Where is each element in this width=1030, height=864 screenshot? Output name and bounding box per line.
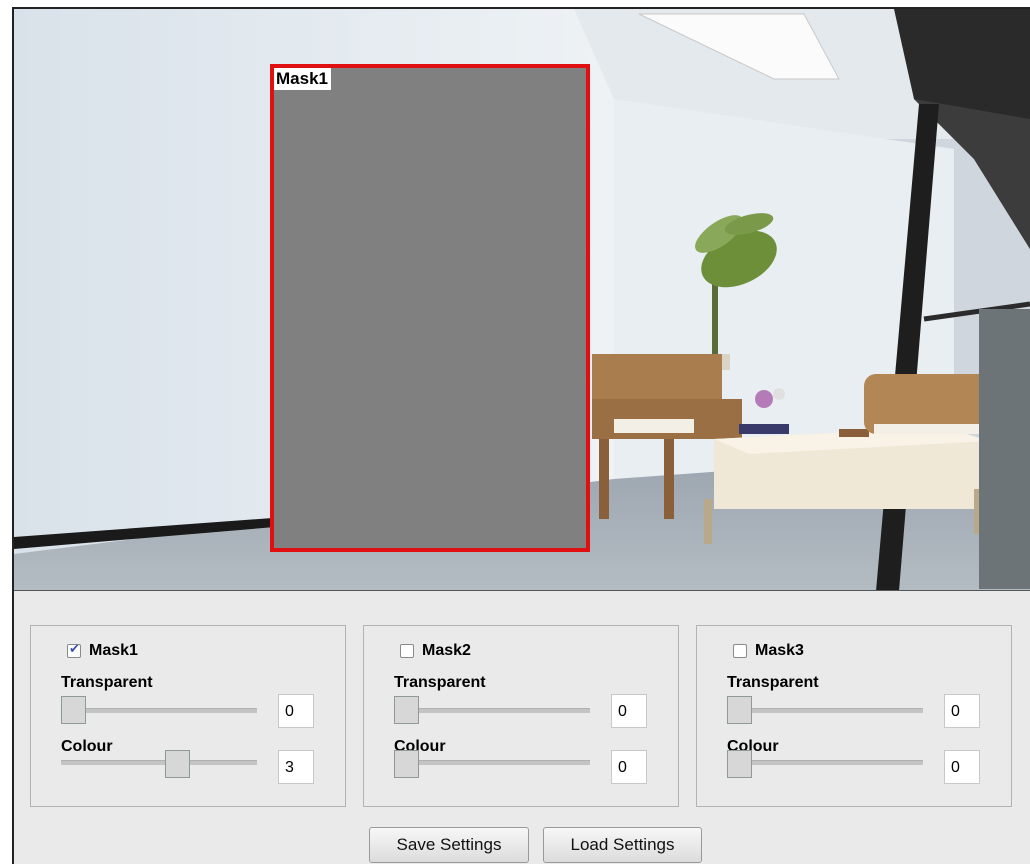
mask1-colour-value[interactable]: 3 <box>278 750 314 784</box>
mask3-colour-slider[interactable] <box>727 760 923 765</box>
mask3-transparent-slider-thumb[interactable] <box>727 696 752 724</box>
mask3-checkbox[interactable] <box>733 644 747 658</box>
mask1-checkbox-label: Mask1 <box>89 642 138 659</box>
mask3-panel: Mask3 Transparent 0 Colour 0 <box>696 625 1012 807</box>
mask2-checkbox[interactable] <box>400 644 414 658</box>
video-preview: Mask1 <box>14 9 1030 591</box>
mask-settings-frame: Mask1 Mask1 Transparent 0 Colour 3 Mask2… <box>12 7 1030 864</box>
mask3-checkbox-label: Mask3 <box>755 642 804 659</box>
mask1-checkbox-row[interactable]: Mask1 <box>67 642 138 660</box>
mask1-panel: Mask1 Transparent 0 Colour 3 <box>30 625 346 807</box>
mask2-checkbox-row[interactable]: Mask2 <box>400 642 471 660</box>
mask1-colour-slider-thumb[interactable] <box>165 750 190 778</box>
mask3-checkbox-row[interactable]: Mask3 <box>733 642 804 660</box>
mask2-checkbox-label: Mask2 <box>422 642 471 659</box>
mask3-transparent-label: Transparent <box>727 674 819 691</box>
mask3-transparent-slider[interactable] <box>727 708 923 713</box>
mask2-transparent-slider[interactable] <box>394 708 590 713</box>
mask2-colour-slider-thumb[interactable] <box>394 750 419 778</box>
mask1-transparent-slider-thumb[interactable] <box>61 696 86 724</box>
save-settings-button[interactable]: Save Settings <box>369 827 529 863</box>
mask1-colour-label: Colour <box>61 738 113 755</box>
mask3-transparent-value[interactable]: 0 <box>944 694 980 728</box>
mask2-colour-value[interactable]: 0 <box>611 750 647 784</box>
mask1-transparent-label: Transparent <box>61 674 153 691</box>
mask1-colour-slider[interactable] <box>61 760 257 765</box>
mask3-colour-value[interactable]: 0 <box>944 750 980 784</box>
mask2-transparent-label: Transparent <box>394 674 486 691</box>
mask1-transparent-slider[interactable] <box>61 708 257 713</box>
mask2-panel: Mask2 Transparent 0 Colour 0 <box>363 625 679 807</box>
mask1-overlay[interactable]: Mask1 <box>270 64 590 552</box>
mask2-transparent-slider-thumb[interactable] <box>394 696 419 724</box>
mask1-checkbox[interactable] <box>67 642 81 658</box>
mask2-transparent-value[interactable]: 0 <box>611 694 647 728</box>
mask3-colour-slider-thumb[interactable] <box>727 750 752 778</box>
mask1-transparent-value[interactable]: 0 <box>278 694 314 728</box>
load-settings-button[interactable]: Load Settings <box>543 827 702 863</box>
mask2-colour-slider[interactable] <box>394 760 590 765</box>
mask1-overlay-label: Mask1 <box>274 68 331 90</box>
